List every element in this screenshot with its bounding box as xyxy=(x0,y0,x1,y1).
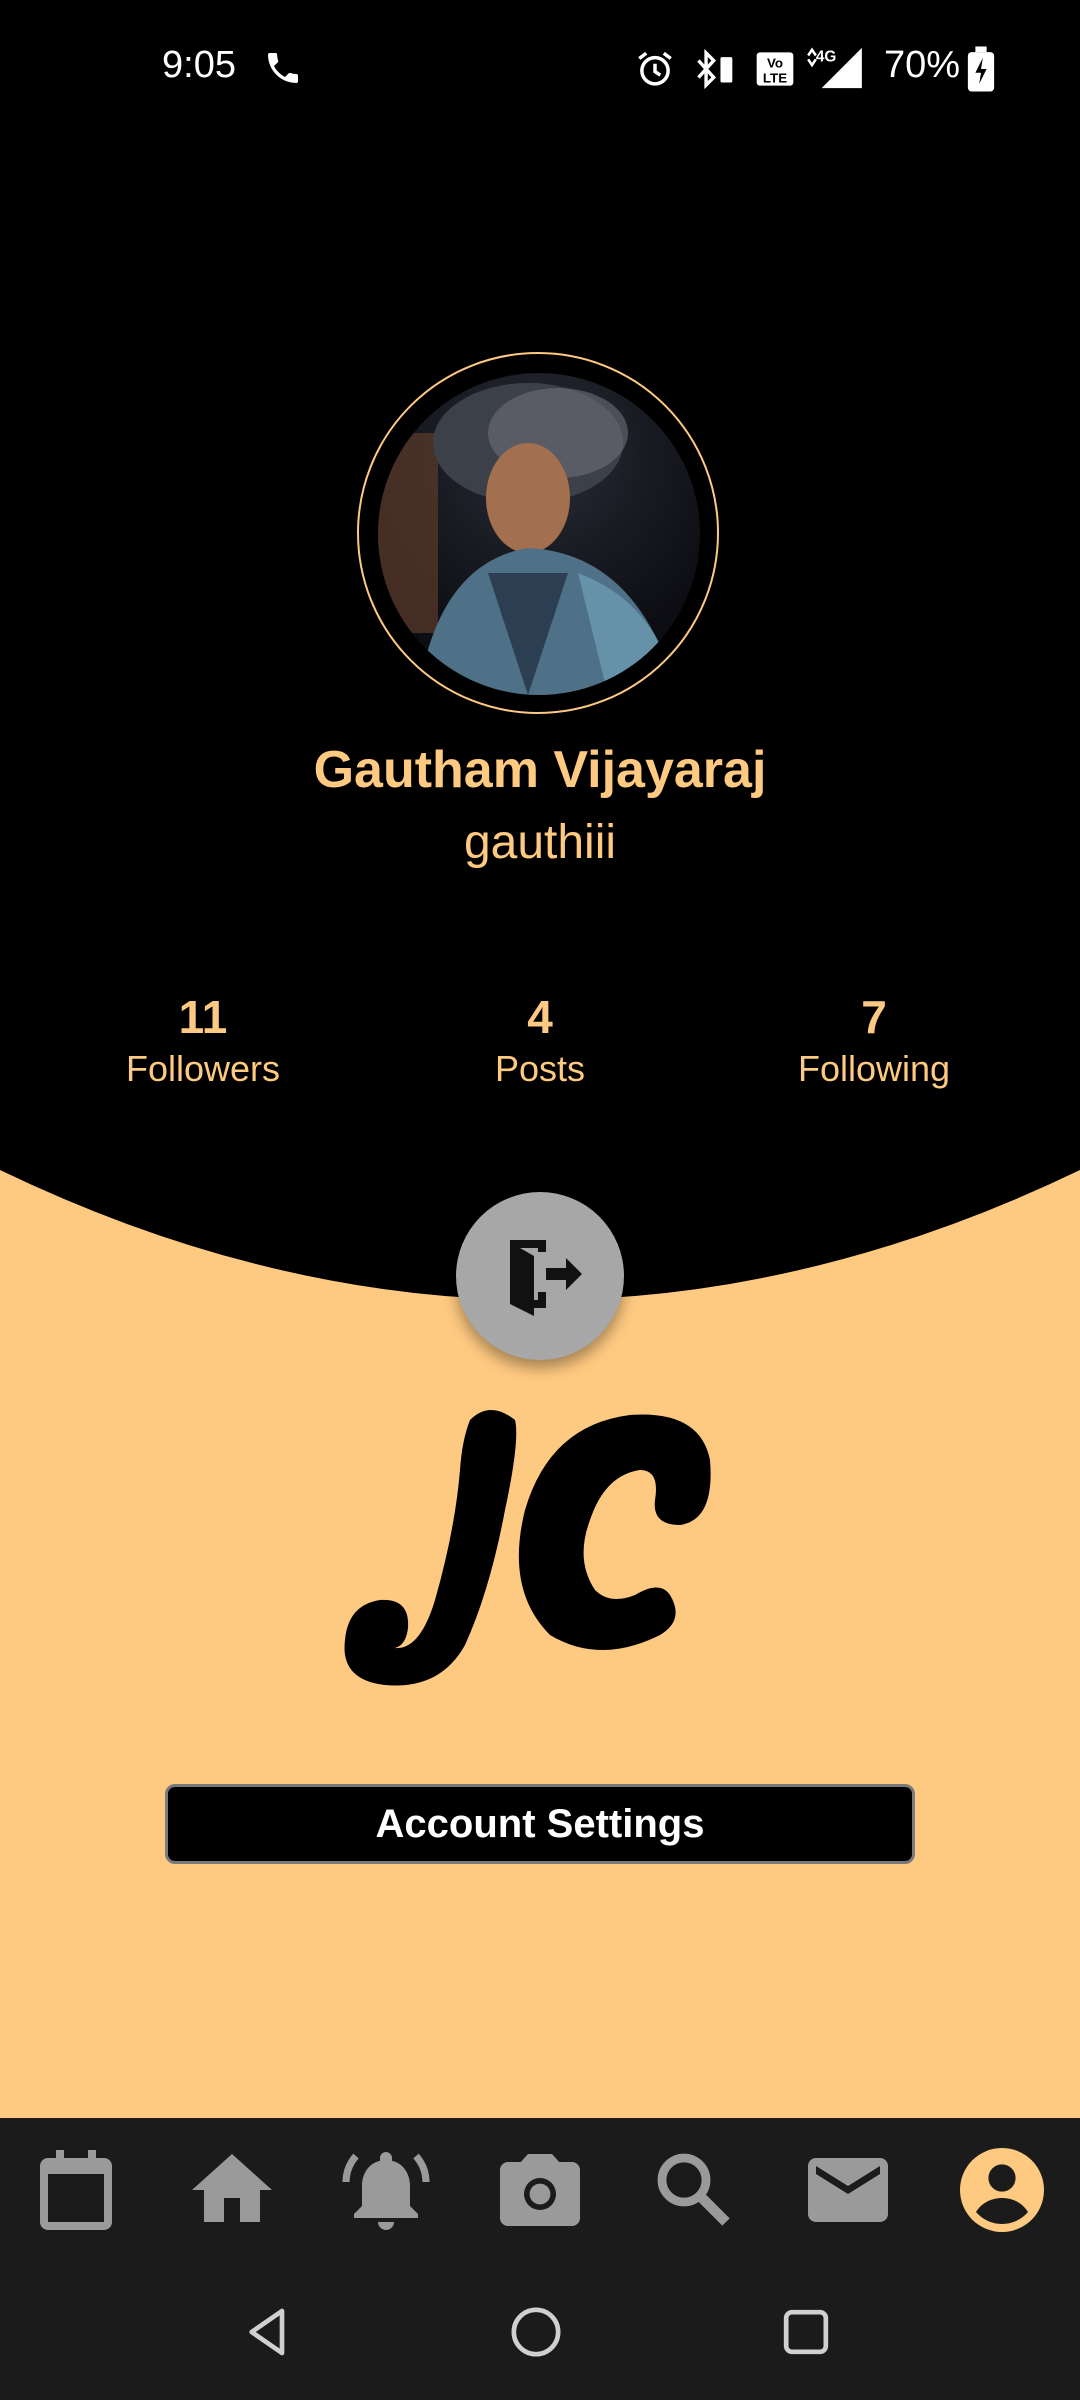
tab-account[interactable] xyxy=(954,2142,1050,2238)
posts-label: Posts xyxy=(494,1048,586,1089)
battery-percent: 70% xyxy=(884,44,961,86)
search-icon xyxy=(657,2153,730,2226)
following-label: Following xyxy=(797,1048,951,1089)
svg-text:Vo: Vo xyxy=(767,55,783,70)
stat-following[interactable]: 7 Following xyxy=(724,990,1024,1090)
profile-display-name: Gautham Vijayaraj xyxy=(313,741,767,799)
tab-camera[interactable] xyxy=(492,2142,588,2238)
account-icon xyxy=(960,2148,1044,2232)
posts-count: 4 xyxy=(527,991,553,1043)
tab-search[interactable] xyxy=(646,2142,742,2238)
followers-label: Followers xyxy=(125,1048,281,1089)
avatar-photo xyxy=(378,383,678,695)
avatar[interactable] xyxy=(378,373,700,695)
tab-mail[interactable] xyxy=(800,2142,896,2238)
camera-icon xyxy=(500,2154,580,2226)
stat-followers[interactable]: 11 Followers xyxy=(53,990,353,1090)
bottom-tab-bar xyxy=(0,2118,1080,2260)
following-count: 7 xyxy=(861,991,887,1043)
account-settings-button[interactable]: Account Settings xyxy=(165,1784,915,1864)
calendar-icon xyxy=(40,2150,112,2230)
recents-icon[interactable] xyxy=(778,2304,834,2360)
svg-text:LTE: LTE xyxy=(763,70,787,85)
tab-calendar[interactable] xyxy=(28,2142,124,2238)
followers-count: 11 xyxy=(178,991,228,1043)
logout-button[interactable] xyxy=(456,1192,624,1360)
battery-charging-icon xyxy=(967,46,995,92)
status-time: 9:05 xyxy=(162,44,236,86)
4g-signal-icon: 4G xyxy=(807,47,862,89)
back-icon[interactable] xyxy=(240,2304,296,2360)
logout-icon xyxy=(510,1240,582,1316)
home-circle-icon[interactable] xyxy=(508,2304,564,2360)
stat-posts[interactable]: 4 Posts xyxy=(390,990,690,1090)
home-icon xyxy=(192,2154,272,2222)
system-navigation-bar xyxy=(0,2260,1080,2400)
mail-icon xyxy=(808,2158,888,2222)
profile-username: gauthiii xyxy=(463,816,617,869)
bluetooth-icon xyxy=(697,48,733,90)
svg-text:4G: 4G xyxy=(816,48,836,65)
tab-notifications[interactable] xyxy=(338,2142,434,2238)
status-bar: 9:05 Vo LTE 4G 70% xyxy=(0,0,1080,140)
notifications-icon xyxy=(342,2152,430,2230)
jc-logo: JC xyxy=(344,1410,711,1686)
volte-icon: Vo LTE xyxy=(756,52,794,86)
phone-icon xyxy=(268,53,298,83)
tab-home[interactable] xyxy=(184,2142,280,2238)
alarm-icon xyxy=(638,51,672,86)
